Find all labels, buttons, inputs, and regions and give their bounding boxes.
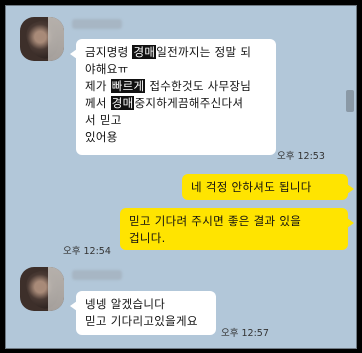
sender-avatar[interactable] bbox=[20, 17, 64, 61]
text-segment: 넹넹 알겠습니다 bbox=[85, 297, 166, 311]
message-bubble-incoming[interactable]: 금지명령 경매일전까지는 정말 되 야해요ㅠ 제가 빠르게 접수한것도 사무장님 께서… bbox=[70, 39, 276, 155]
chat-window: 금지명령 경매일전까지는 정말 되 야해요ㅠ 제가 빠르게 접수한것도 사무장님 께서… bbox=[5, 5, 357, 349]
message-text: 넹넹 알겠습니다믿고 기다리고있을게요 bbox=[85, 296, 207, 330]
text-segment: 있어용 bbox=[85, 130, 118, 144]
message-time: 오후 12:57 bbox=[221, 328, 269, 339]
message-text: 믿고 기다려 주시면 좋은 결과 있을겁니다. bbox=[129, 213, 339, 247]
message-time: 오후 12:54 bbox=[63, 246, 111, 257]
highlighted-text: 경매 bbox=[110, 96, 135, 110]
text-segment: 금지명령 bbox=[85, 45, 133, 59]
text-segment: 제가 bbox=[85, 79, 111, 93]
message-time: 오후 12:53 bbox=[277, 151, 325, 162]
text-segment: 믿고 기다려 주시면 좋은 결과 있을 bbox=[129, 214, 302, 228]
text-segment: 일전까지는 정말 되 bbox=[156, 45, 252, 59]
message-text: 금지명령 경매일전까지는 정말 되 야해요ㅠ 제가 빠르게 접수한것도 사무장님 께서… bbox=[85, 44, 267, 146]
message-bubble-outgoing[interactable]: 네 걱정 안하셔도 됩니다 bbox=[182, 174, 354, 200]
message-bubble-outgoing[interactable]: 믿고 기다려 주시면 좋은 결과 있을겁니다. bbox=[120, 208, 354, 250]
text-segment: 야해요ㅠ bbox=[85, 62, 129, 76]
message-line: 금지명령 경매일전까지는 정말 되 bbox=[85, 44, 267, 61]
sender-name-blurred bbox=[72, 270, 122, 280]
message-text: 네 걱정 안하셔도 됩니다 bbox=[191, 179, 339, 196]
scrollbar[interactable] bbox=[344, 6, 354, 348]
message-line: 믿고 기다리고있을게요 bbox=[85, 313, 207, 330]
text-segment: 믿고 기다리고있을게요 bbox=[85, 314, 198, 328]
text-segment: 서 믿고 bbox=[85, 113, 122, 127]
text-segment: 접수한것도 사무장님 bbox=[145, 79, 252, 93]
message-bubble-incoming[interactable]: 넹넹 알겠습니다믿고 기다리고있을게요 bbox=[70, 291, 216, 335]
message-line: 께서 경매중지하게끔해주신다셔 bbox=[85, 95, 267, 112]
scrollbar-thumb[interactable] bbox=[346, 90, 354, 112]
message-line: 넹넹 알겠습니다 bbox=[85, 296, 207, 313]
text-segment: 께서 bbox=[85, 96, 111, 110]
highlighted-text: 빠르게 bbox=[110, 79, 146, 93]
message-line: 있어용 bbox=[85, 129, 267, 146]
message-line: 네 걱정 안하셔도 됩니다 bbox=[191, 179, 339, 196]
text-segment: 중지하게끔해주신다셔 bbox=[134, 96, 244, 110]
sender-name-blurred bbox=[72, 19, 122, 29]
highlighted-text: 경매 bbox=[132, 45, 157, 59]
message-line: 제가 빠르게 접수한것도 사무장님 bbox=[85, 78, 267, 95]
message-line: 서 믿고 bbox=[85, 112, 267, 129]
sender-avatar[interactable] bbox=[20, 267, 64, 311]
text-segment: 겁니다. bbox=[129, 231, 166, 245]
message-line: 믿고 기다려 주시면 좋은 결과 있을 bbox=[129, 213, 339, 230]
message-line: 야해요ㅠ bbox=[85, 61, 267, 78]
message-line: 겁니다. bbox=[129, 230, 339, 247]
text-segment: 네 걱정 안하셔도 됩니다 bbox=[191, 180, 312, 194]
